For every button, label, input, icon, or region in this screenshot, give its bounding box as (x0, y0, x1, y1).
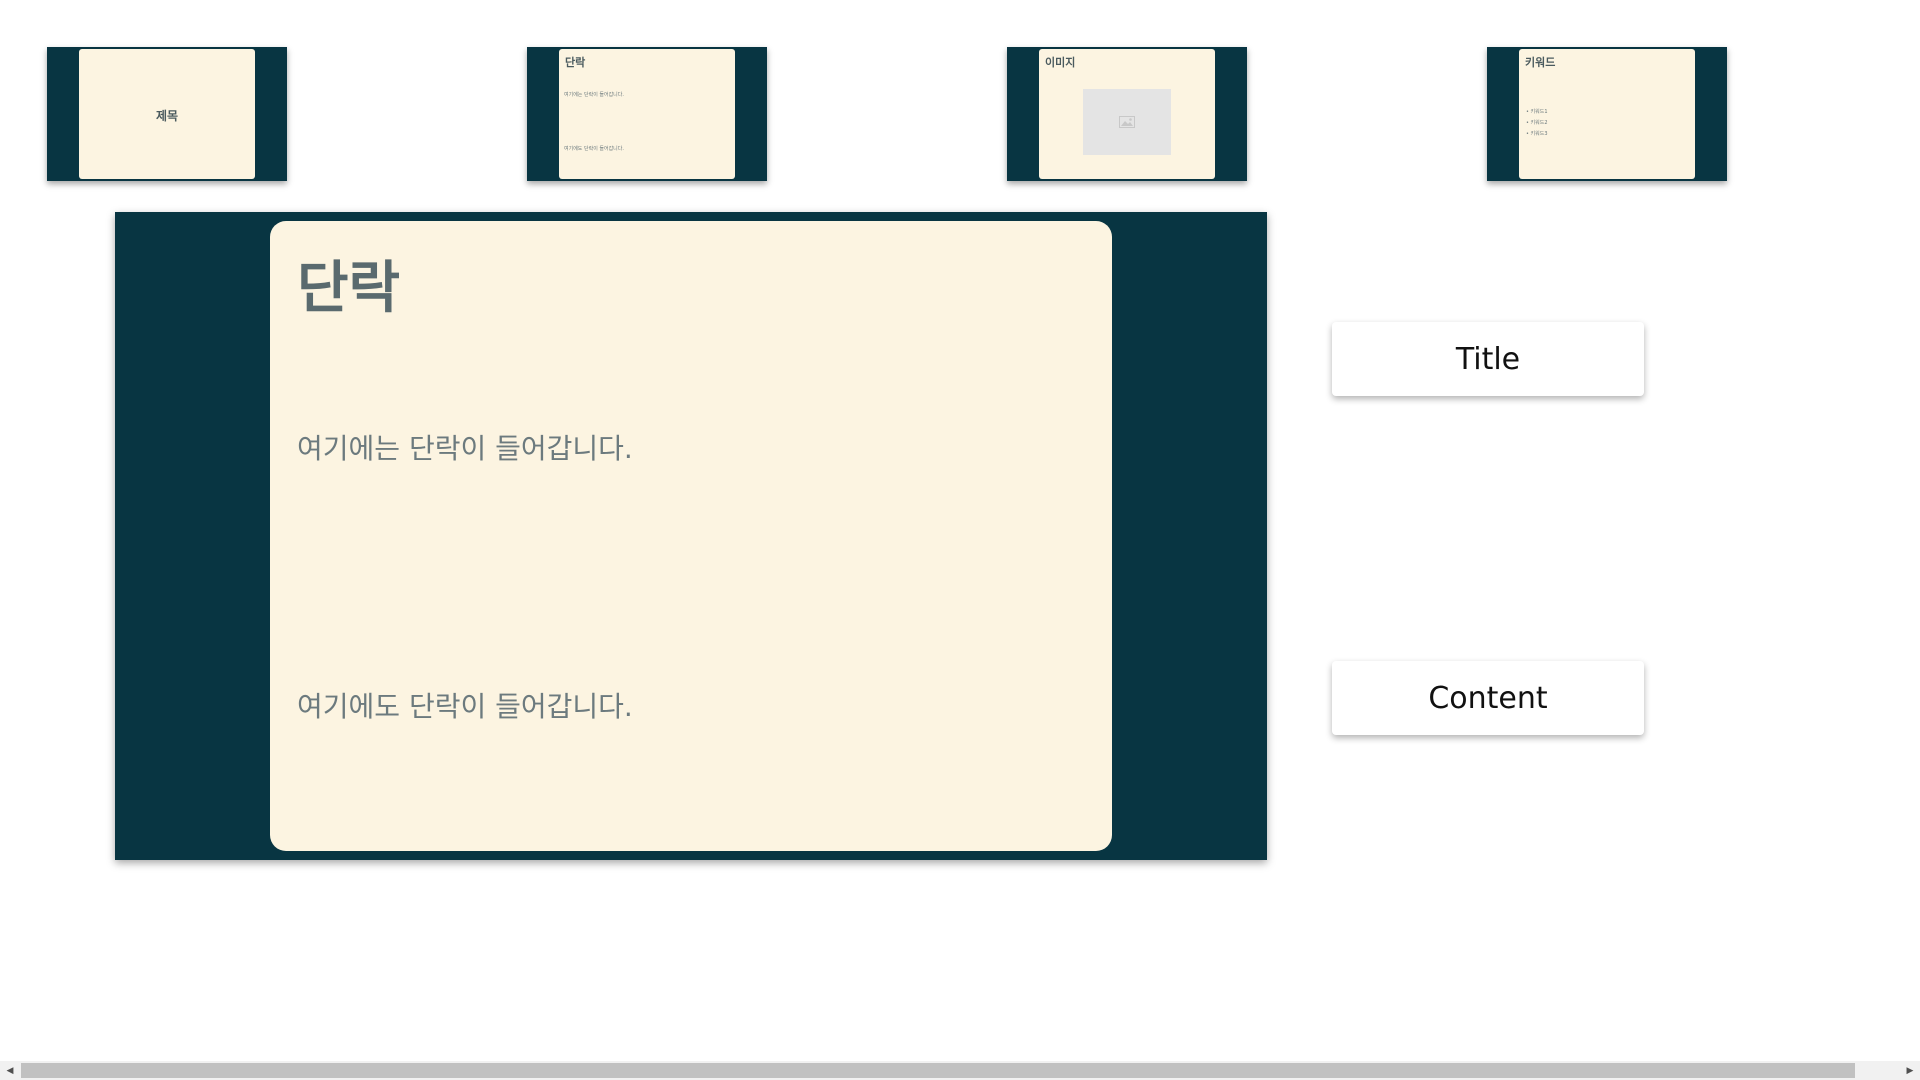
thumbnail-title: 키워드 (1525, 56, 1556, 69)
scroll-right-icon[interactable]: ▶ (1900, 1061, 1920, 1080)
horizontal-scrollbar[interactable]: ◀ ▶ (0, 1061, 1920, 1080)
thumbnail-card: 단락 여기에는 단락이 들어갑니다. 여기에도 단락이 들어갑니다. (559, 49, 735, 179)
scrollbar-thumb[interactable] (21, 1063, 1855, 1078)
keyword-item: 키워드1 (1526, 107, 1548, 118)
thumbnail-title: 제목 (155, 109, 179, 123)
slide-thumbnail-image[interactable]: 이미지 (1007, 47, 1247, 181)
slide-thumbnail-title[interactable]: 제목 (47, 47, 287, 181)
keyword-item: 키워드2 (1526, 118, 1548, 129)
slide-thumbnail-paragraph[interactable]: 단락 여기에는 단락이 들어갑니다. 여기에도 단락이 들어갑니다. (527, 47, 767, 181)
slide-title[interactable]: 단락 (297, 243, 400, 324)
thumbnail-card: 제목 (79, 49, 255, 179)
keyword-item: 키워드3 (1526, 129, 1548, 140)
slide-paragraph[interactable]: 여기에도 단락이 들어갑니다. (297, 685, 633, 725)
thumbnail-paragraph: 여기에는 단락이 들어갑니다. (564, 92, 624, 98)
image-icon (1119, 116, 1135, 128)
main-slide-preview: 단락 여기에는 단락이 들어갑니다. 여기에도 단락이 들어갑니다. (115, 212, 1267, 860)
thumbnail-title: 이미지 (1045, 56, 1076, 69)
thumbnail-paragraph: 여기에도 단락이 들어갑니다. (564, 146, 624, 152)
title-button[interactable]: Title (1332, 322, 1644, 396)
keyword-list: 키워드1 키워드2 키워드3 (1526, 107, 1548, 140)
slide-paragraph[interactable]: 여기에는 단락이 들어갑니다. (297, 427, 633, 467)
thumbnail-title: 단락 (565, 56, 586, 69)
scroll-left-icon[interactable]: ◀ (0, 1061, 20, 1080)
thumbnail-card: 이미지 (1039, 49, 1215, 179)
slide-editor: 제목 단락 여기에는 단락이 들어갑니다. 여기에도 단락이 들어갑니다. 이미… (0, 0, 1920, 1080)
thumbnail-card: 키워드 키워드1 키워드2 키워드3 (1519, 49, 1695, 179)
content-button[interactable]: Content (1332, 661, 1644, 735)
main-slide-card: 단락 여기에는 단락이 들어갑니다. 여기에도 단락이 들어갑니다. (270, 221, 1112, 851)
slide-thumbnail-keywords[interactable]: 키워드 키워드1 키워드2 키워드3 (1487, 47, 1727, 181)
image-placeholder (1083, 89, 1171, 155)
